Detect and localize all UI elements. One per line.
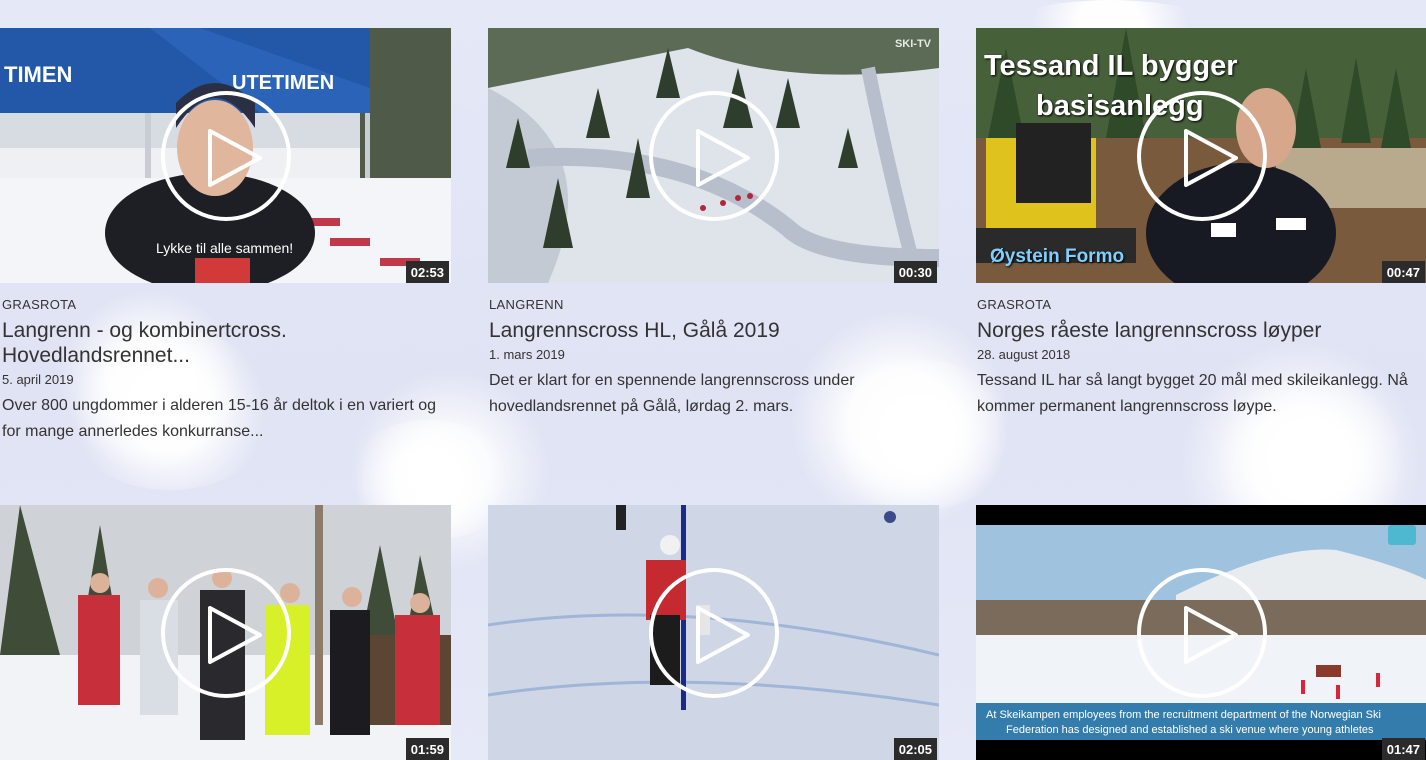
video-thumbnail[interactable]: SKI-TV 00:30 [488, 28, 939, 283]
video-category: GRASROTA [977, 297, 1052, 312]
play-icon [207, 605, 262, 664]
video-title[interactable]: Norges råeste langrennscross løyper [976, 318, 1426, 343]
video-description: Det er klart for en spennende langrennsc… [489, 372, 855, 415]
play-button[interactable] [1136, 567, 1267, 698]
video-card[interactable]: 01:59 [0, 505, 451, 760]
duration-badge: 01:59 [405, 738, 449, 760]
video-card[interactable]: TIMEN UTETIMEN Lykke til alle sammen! 02… [0, 28, 451, 445]
video-card[interactable]: Tessand IL bygger basisanlegg Øystein Fo… [976, 28, 1426, 420]
video-title[interactable]: Langrennscross HL, Gålå 2019 [488, 318, 939, 343]
video-date: 5. april 2019 [2, 372, 74, 387]
play-button[interactable] [160, 90, 291, 221]
duration-badge: 00:47 [1381, 261, 1425, 283]
video-card[interactable]: At Skeikampen employees from the recruit… [976, 505, 1426, 760]
channel-watermark: SKI-TV [894, 38, 931, 50]
play-icon [1183, 128, 1238, 187]
video-card[interactable]: SKI-TV 00:30 LANGRENN Langrennscross HL,… [488, 28, 939, 420]
video-description: Over 800 ungdommer i alderen 15-16 år de… [2, 397, 437, 440]
video-category: GRASROTA [2, 297, 77, 312]
video-date: 28. august 2018 [977, 347, 1071, 362]
video-title[interactable]: Langrenn - og kombinertcross. Hovedlands… [0, 318, 451, 368]
play-icon [695, 605, 750, 664]
duration-badge: 02:05 [893, 738, 937, 760]
video-thumbnail[interactable]: 02:05 [488, 505, 939, 760]
video-date: 1. mars 2019 [489, 347, 565, 362]
video-category: LANGRENN [489, 297, 564, 312]
video-thumbnail[interactable]: At Skeikampen employees from the recruit… [976, 505, 1426, 760]
play-icon [207, 128, 262, 187]
play-button[interactable] [648, 90, 779, 221]
video-subtitle: Federation has designed and established … [1006, 724, 1374, 736]
play-button[interactable] [1136, 90, 1267, 221]
name-tag: Øystein Formo [990, 246, 1125, 267]
duration-badge: 00:30 [893, 261, 937, 283]
video-thumbnail[interactable]: TIMEN UTETIMEN Lykke til alle sammen! 02… [0, 28, 451, 283]
video-description: Tessand IL har så langt bygget 20 mål me… [977, 372, 1408, 415]
duration-badge: 01:47 [1381, 738, 1425, 760]
video-thumbnail[interactable]: Tessand IL bygger basisanlegg Øystein Fo… [976, 28, 1426, 283]
play-button[interactable] [160, 567, 291, 698]
video-subtitle: At Skeikampen employees from the recruit… [986, 709, 1381, 721]
play-icon [1183, 605, 1238, 664]
video-card[interactable]: 02:05 [488, 505, 939, 760]
video-caption: Lykke til alle sammen! [156, 240, 294, 256]
duration-badge: 02:53 [405, 261, 449, 283]
tent-text: TIMEN [4, 62, 73, 87]
tent-text: UTETIMEN [232, 72, 335, 94]
video-thumbnail[interactable]: 01:59 [0, 505, 451, 760]
video-headline: Tessand IL bygger [984, 50, 1238, 82]
play-button[interactable] [648, 567, 779, 698]
play-icon [695, 128, 750, 187]
